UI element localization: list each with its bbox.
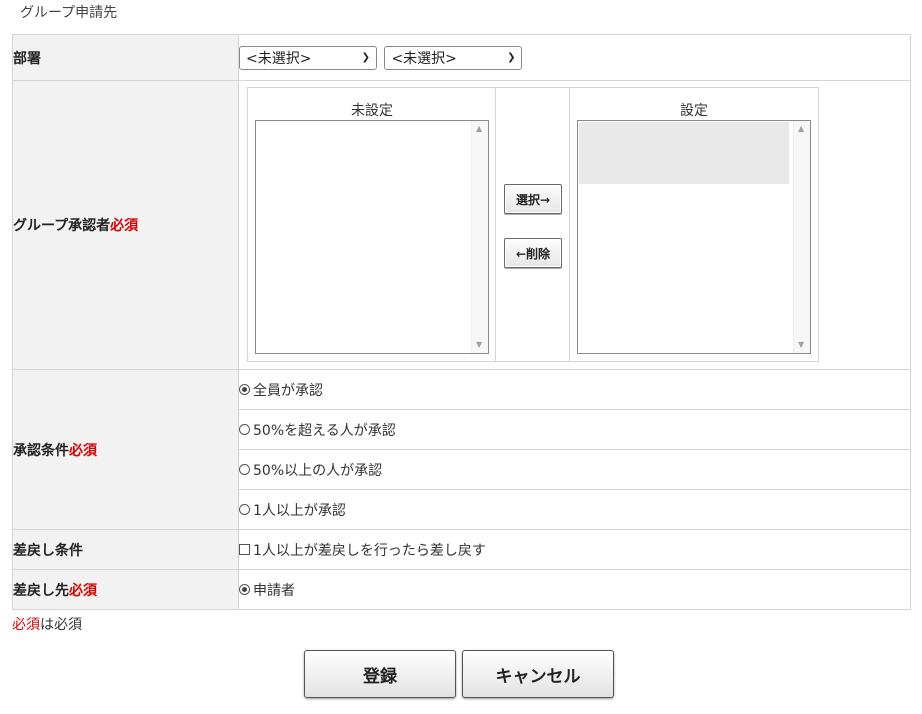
return-to-label: 差戻し先必須	[12, 569, 239, 610]
page-title: グループ申請先	[20, 5, 118, 21]
move-buttons-panel: 選択→ ←削除	[495, 87, 571, 362]
required-mark: 必須	[69, 582, 97, 599]
condition-option-one-or-more[interactable]: 1人以上が承認	[239, 500, 910, 520]
return-condition-row: 差戻し条件 1人以上が差戻しを行ったら差し戻す	[12, 529, 911, 570]
approver-cell: 未設定 ▲ ▼ 選択→ ←削除 設定 ▲ ▼	[238, 80, 911, 370]
set-title: 設定	[680, 103, 708, 119]
set-listbox[interactable]: ▲ ▼	[577, 120, 811, 354]
required-mark: 必須	[69, 442, 97, 459]
scroll-up-icon[interactable]: ▲	[476, 124, 482, 133]
department-row: 部署 <未選択> ❯ <未選択> ❯	[12, 34, 911, 81]
return-to-label-text: 差戻し先	[13, 582, 69, 599]
condition-row-1: 承認条件必須 全員が承認	[12, 369, 911, 530]
department-cell: <未選択> ❯ <未選択> ❯	[238, 34, 911, 81]
cancel-button[interactable]: キャンセル	[462, 650, 614, 698]
condition-option-cell: 50%以上の人が承認	[238, 449, 911, 490]
scroll-up-icon[interactable]: ▲	[798, 124, 804, 133]
chevron-down-icon: ❯	[507, 52, 516, 63]
scrollbar[interactable]: ▲ ▼	[471, 121, 488, 353]
scroll-down-icon[interactable]: ▼	[798, 340, 804, 349]
condition-option-cell: 1人以上が承認	[238, 489, 911, 530]
footnote-text: は必須	[40, 617, 82, 633]
return-to-option-applicant[interactable]: 申請者	[239, 580, 910, 600]
return-to-row: 差戻し先必須 申請者	[12, 569, 911, 610]
condition-option-all[interactable]: 全員が承認	[239, 380, 910, 400]
delete-button[interactable]: ←削除	[504, 238, 562, 268]
register-button[interactable]: 登録	[304, 650, 456, 698]
radio-unselected[interactable]	[239, 504, 250, 515]
unset-listbox[interactable]: ▲ ▼	[255, 120, 489, 354]
department-label: 部署	[12, 34, 239, 81]
condition-option-cell: 全員が承認	[238, 369, 911, 410]
return-to-cell: 申請者	[238, 569, 911, 610]
checkbox[interactable]	[239, 544, 250, 555]
condition-option-cell: 50%を超える人が承認	[238, 409, 911, 450]
required-footnote: 必須は必須	[12, 614, 82, 634]
condition-option-50-or-more[interactable]: 50%以上の人が承認	[239, 460, 910, 480]
set-panel: 設定 ▲ ▼	[569, 87, 819, 362]
radio-selected[interactable]	[239, 384, 250, 395]
return-condition-checkbox[interactable]: 1人以上が差戻しを行ったら差し戻す	[239, 540, 910, 560]
condition-option-label: 50%以上の人が承認	[253, 462, 383, 479]
selected-entries-blurred[interactable]	[579, 122, 789, 184]
scroll-down-icon[interactable]: ▼	[476, 340, 482, 349]
scrollbar[interactable]: ▲ ▼	[793, 121, 810, 353]
approver-label-text: グループ承認者	[13, 218, 111, 234]
condition-option-over-50[interactable]: 50%を超える人が承認	[239, 420, 910, 440]
select-button[interactable]: 選択→	[504, 184, 562, 214]
condition-label-text: 承認条件	[13, 442, 69, 459]
condition-option-label: 全員が承認	[253, 382, 323, 399]
return-condition-label: 差戻し条件	[12, 529, 239, 570]
condition-option-label: 50%を超える人が承認	[253, 422, 396, 439]
condition-option-label: 1人以上が承認	[253, 502, 346, 519]
return-condition-cell: 1人以上が差戻しを行ったら差し戻す	[238, 529, 911, 570]
department-select-2-value: <未選択>	[391, 50, 457, 67]
department-select-1[interactable]: <未選択> ❯	[239, 45, 377, 70]
radio-unselected[interactable]	[239, 424, 250, 435]
return-to-option-label: 申請者	[253, 582, 295, 599]
unset-title: 未設定	[351, 103, 393, 119]
approver-label: グループ承認者必須	[12, 80, 239, 370]
approver-row: グループ承認者必須 未設定 ▲ ▼ 選択→ ←削除 設定 ▲ ▼	[12, 80, 911, 370]
condition-label: 承認条件必須	[12, 369, 239, 530]
application-form: 部署 <未選択> ❯ <未選択> ❯ グループ承認者必須 未設定 ▲ ▼ 選択→…	[12, 34, 911, 610]
unset-panel: 未設定 ▲ ▼	[247, 87, 497, 362]
footnote-required-word: 必須	[12, 617, 40, 633]
required-mark: 必須	[110, 218, 139, 234]
department-select-1-value: <未選択>	[246, 50, 312, 67]
return-condition-checkbox-label: 1人以上が差戻しを行ったら差し戻す	[253, 542, 486, 559]
chevron-down-icon: ❯	[361, 52, 370, 63]
department-select-2[interactable]: <未選択> ❯	[384, 45, 523, 70]
radio-unselected[interactable]	[239, 464, 250, 475]
radio-selected[interactable]	[239, 584, 250, 595]
